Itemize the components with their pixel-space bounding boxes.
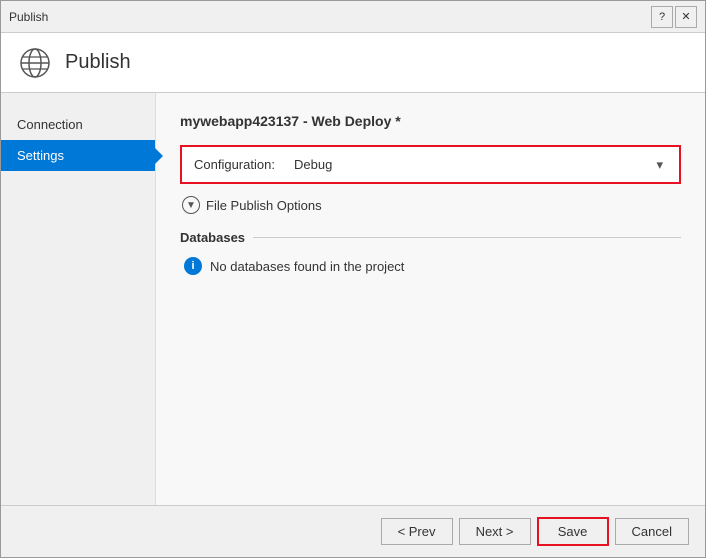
globe-icon	[17, 45, 53, 81]
sidebar-item-connection-label: Connection	[17, 117, 83, 132]
file-publish-label: File Publish Options	[206, 198, 322, 213]
configuration-select[interactable]: Debug Release	[294, 157, 667, 172]
configuration-select-wrapper: Debug Release	[294, 157, 667, 172]
databases-title: Databases	[180, 230, 245, 245]
chevron-down-icon: ▼	[182, 196, 200, 214]
main-panel: mywebapp423137 - Web Deploy * Configurat…	[156, 93, 705, 505]
deploy-title: mywebapp423137 - Web Deploy *	[180, 113, 681, 129]
no-databases-text: No databases found in the project	[210, 259, 404, 274]
next-button[interactable]: Next >	[459, 518, 531, 545]
content-area: Connection Settings mywebapp423137 - Web…	[1, 93, 705, 505]
databases-section: Databases i No databases found in the pr…	[180, 230, 681, 275]
databases-divider	[253, 237, 681, 238]
header-section: Publish	[1, 33, 705, 93]
close-button[interactable]: ✕	[675, 6, 697, 28]
sidebar-item-settings-label: Settings	[17, 148, 64, 163]
no-databases-row: i No databases found in the project	[180, 257, 681, 275]
sidebar-item-settings[interactable]: Settings	[1, 140, 155, 171]
save-button[interactable]: Save	[537, 517, 609, 546]
footer: < Prev Next > Save Cancel	[1, 505, 705, 557]
configuration-group: Configuration: Debug Release	[180, 145, 681, 184]
header-title: Publish	[65, 51, 131, 74]
help-button[interactable]: ?	[651, 6, 673, 28]
configuration-label: Configuration:	[194, 157, 294, 172]
dialog-title: Publish	[9, 10, 651, 24]
prev-button[interactable]: < Prev	[381, 518, 453, 545]
title-bar-controls: ? ✕	[651, 6, 697, 28]
info-icon: i	[184, 257, 202, 275]
sidebar-item-connection[interactable]: Connection	[1, 109, 155, 140]
sidebar: Connection Settings	[1, 93, 156, 505]
cancel-button[interactable]: Cancel	[615, 518, 689, 545]
title-bar: Publish ? ✕	[1, 1, 705, 33]
publish-dialog: Publish ? ✕ Publish Connection Setting	[0, 0, 706, 558]
file-publish-row[interactable]: ▼ File Publish Options	[180, 196, 681, 214]
databases-header: Databases	[180, 230, 681, 245]
